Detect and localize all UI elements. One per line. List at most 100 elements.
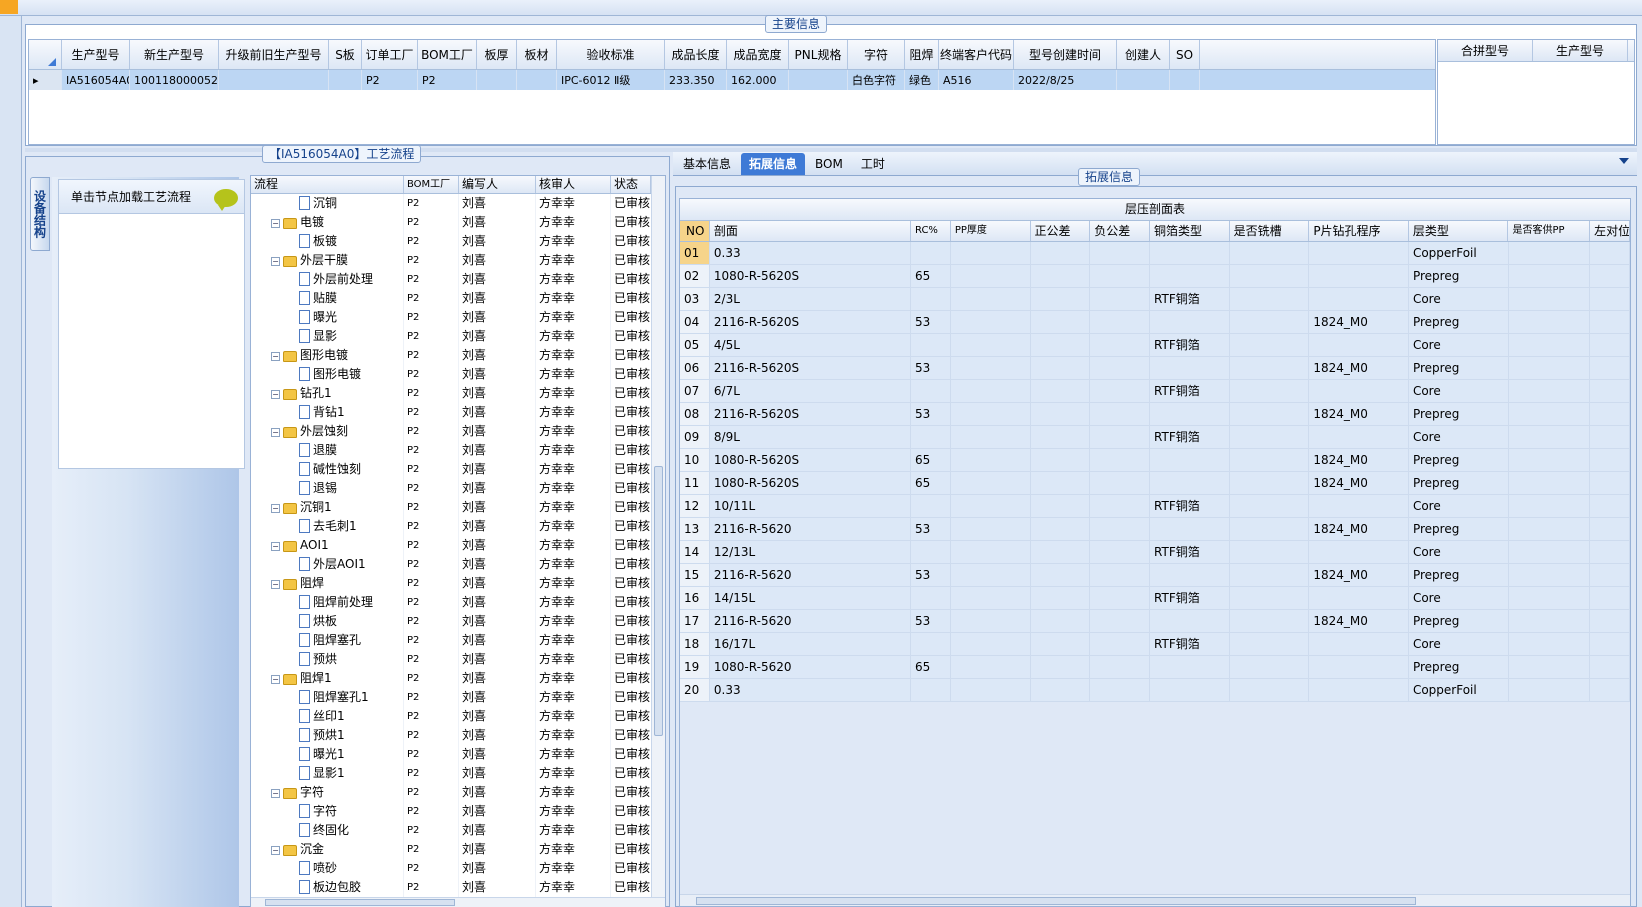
cell[interactable] — [1590, 587, 1630, 609]
cell[interactable] — [1590, 472, 1630, 494]
left-collapsed-bar[interactable] — [0, 16, 22, 907]
tree-node[interactable]: 板镀 — [251, 232, 404, 251]
table-row[interactable]: 02 1080-R-5620S 65 Prepreg — [680, 265, 1630, 288]
table-row[interactable]: 14 12/13L RTF铜箔 Core — [680, 541, 1630, 564]
tree-row[interactable]: 贴膜 P2 刘喜 方幸幸 已审核 — [251, 289, 665, 308]
collapse-icon[interactable]: − — [271, 428, 280, 437]
col-header[interactable]: 订单工厂 — [362, 40, 418, 69]
cell[interactable]: 2022/8/25 — [1014, 70, 1117, 90]
cell[interactable]: Prepreg — [1409, 311, 1509, 333]
cell[interactable] — [1230, 610, 1310, 632]
table-row[interactable]: 08 2116-R-5620S 53 1824_M0 Prepreg — [680, 403, 1630, 426]
cell[interactable]: Core — [1409, 288, 1509, 310]
cell[interactable]: 1080-R-5620S — [710, 472, 912, 494]
cell[interactable]: 1080-R-5620S — [710, 265, 912, 287]
cell[interactable] — [1309, 288, 1409, 310]
table-row[interactable]: 17 2116-R-5620 53 1824_M0 Prepreg — [680, 610, 1630, 633]
cell[interactable]: 53 — [911, 357, 951, 379]
cell[interactable] — [911, 426, 951, 448]
table-row[interactable]: 01 0.33 CopperFoil — [680, 242, 1630, 265]
cell[interactable] — [1090, 564, 1151, 586]
tree-node[interactable]: − AOI1 — [251, 536, 404, 555]
cell[interactable] — [951, 380, 1031, 402]
tree-node[interactable]: − 阻焊 — [251, 574, 404, 593]
cell[interactable] — [1031, 518, 1091, 540]
col-header[interactable]: 板材 — [517, 40, 557, 69]
cell[interactable] — [1150, 679, 1230, 701]
cell[interactable] — [1090, 610, 1151, 632]
cell[interactable] — [1090, 403, 1151, 425]
tree-node[interactable]: 阻焊塞孔1 — [251, 688, 404, 707]
tree-row[interactable]: 碱性蚀刻 P2 刘喜 方幸幸 已审核 — [251, 460, 665, 479]
table-row[interactable]: 15 2116-R-5620 53 1824_M0 Prepreg — [680, 564, 1630, 587]
cell[interactable] — [1031, 679, 1091, 701]
col-header[interactable]: 成品宽度 — [727, 40, 789, 69]
cell[interactable] — [911, 288, 951, 310]
tree-row[interactable]: − 沉铜1 P2 刘喜 方幸幸 已审核 — [251, 498, 665, 517]
cell[interactable] — [1090, 265, 1151, 287]
cell[interactable]: 233.350 — [665, 70, 727, 90]
cell[interactable] — [1150, 610, 1230, 632]
tree-row[interactable]: 外层前处理 P2 刘喜 方幸幸 已审核 — [251, 270, 665, 289]
row-number[interactable]: 05 — [680, 334, 710, 356]
cell[interactable] — [1509, 679, 1591, 701]
col-writer[interactable]: 编写人 — [459, 176, 536, 193]
cell[interactable] — [1031, 633, 1091, 655]
row-number[interactable]: 19 — [680, 656, 710, 678]
cell[interactable] — [1150, 242, 1230, 264]
cell[interactable] — [1090, 541, 1151, 563]
cell[interactable] — [951, 288, 1031, 310]
tree-row[interactable]: 背钻1 P2 刘喜 方幸幸 已审核 — [251, 403, 665, 422]
cell[interactable]: 10011800005215 — [130, 70, 219, 90]
col-header[interactable]: PNL规格 — [789, 40, 848, 69]
cell[interactable] — [329, 70, 362, 90]
row-number[interactable]: 14 — [680, 541, 710, 563]
cell[interactable] — [951, 541, 1031, 563]
select-all-corner[interactable] — [29, 40, 62, 69]
nav-tree-box[interactable]: 单击节点加载工艺流程 — [58, 179, 245, 469]
tab-equipment-structure[interactable]: 设备结构 — [30, 177, 50, 251]
tree-node[interactable]: 沉铜 — [251, 194, 404, 213]
cell[interactable] — [1590, 265, 1630, 287]
row-number[interactable]: 07 — [680, 380, 710, 402]
row-number[interactable]: 09 — [680, 426, 710, 448]
col-header[interactable]: BOM工厂 — [418, 40, 477, 69]
cell[interactable] — [1230, 587, 1310, 609]
cell[interactable] — [911, 633, 951, 655]
cell[interactable] — [1031, 656, 1091, 678]
tree-node[interactable]: 图形电镀 — [251, 365, 404, 384]
cell[interactable]: Prepreg — [1409, 656, 1509, 678]
cell[interactable]: 1824_M0 — [1309, 403, 1409, 425]
cell[interactable] — [1230, 357, 1310, 379]
layer-col-header[interactable]: PP厚度 — [951, 221, 1031, 241]
cell[interactable]: CopperFoil — [1409, 242, 1509, 264]
cell[interactable] — [1031, 541, 1091, 563]
row-number[interactable]: 17 — [680, 610, 710, 632]
col-header[interactable]: S板 — [329, 40, 362, 69]
cell[interactable] — [1309, 380, 1409, 402]
col-bom-factory[interactable]: BOM工厂 — [404, 176, 459, 193]
table-row[interactable]: 11 1080-R-5620S 65 1824_M0 Prepreg — [680, 472, 1630, 495]
cell[interactable]: 162.000 — [727, 70, 789, 90]
cell[interactable]: 1080-R-5620S — [710, 449, 912, 471]
cell[interactable] — [1150, 357, 1230, 379]
tree-row[interactable]: 阻焊前处理 P2 刘喜 方幸幸 已审核 — [251, 593, 665, 612]
table-row[interactable]: 10 1080-R-5620S 65 1824_M0 Prepreg — [680, 449, 1630, 472]
cell[interactable]: 53 — [911, 518, 951, 540]
cell[interactable] — [911, 334, 951, 356]
cell[interactable]: RTF铜箔 — [1150, 633, 1230, 655]
collapse-icon[interactable]: − — [271, 580, 280, 589]
cell[interactable] — [1150, 311, 1230, 333]
cell[interactable]: 65 — [911, 656, 951, 678]
cell[interactable] — [1090, 426, 1151, 448]
cell[interactable] — [1090, 380, 1151, 402]
cell[interactable] — [1590, 495, 1630, 517]
cell[interactable]: RTF铜箔 — [1150, 541, 1230, 563]
cell[interactable] — [951, 242, 1031, 264]
cell[interactable] — [1509, 564, 1591, 586]
tree-row[interactable]: 曝光 P2 刘喜 方幸幸 已审核 — [251, 308, 665, 327]
cell[interactable] — [1150, 564, 1230, 586]
tree-node[interactable]: 退膜 — [251, 441, 404, 460]
row-number[interactable]: 01 — [680, 242, 710, 264]
cell[interactable] — [1309, 426, 1409, 448]
